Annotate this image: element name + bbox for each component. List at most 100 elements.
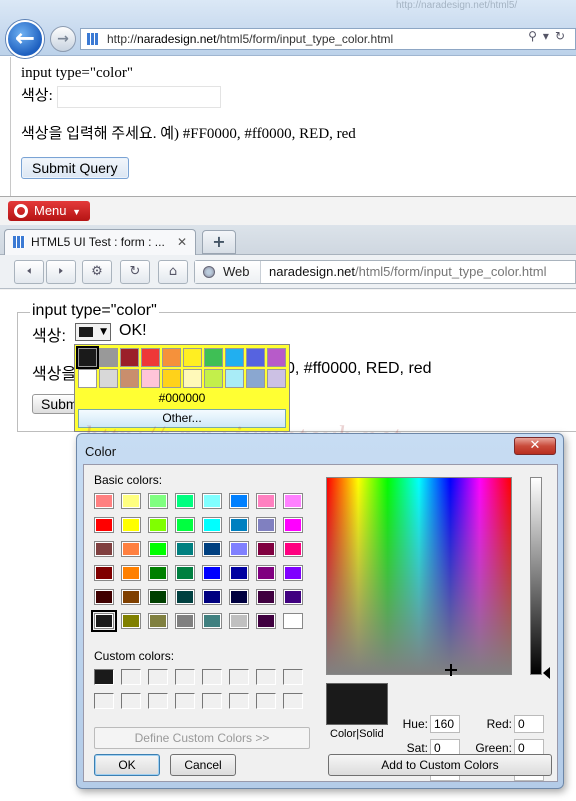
search-engine-selector[interactable]: Web xyxy=(195,261,261,283)
basic-color-swatch[interactable] xyxy=(229,517,249,533)
palette-swatch[interactable] xyxy=(267,348,286,367)
basic-color-swatch[interactable] xyxy=(283,613,303,629)
basic-color-swatch[interactable] xyxy=(283,493,303,509)
basic-color-swatch[interactable] xyxy=(148,517,168,533)
opera-menu-button[interactable]: Menu ▼ xyxy=(8,201,90,221)
close-button[interactable]: ✕ xyxy=(514,437,556,455)
palette-swatch[interactable] xyxy=(78,369,97,388)
home-icon[interactable]: ⌂ xyxy=(158,260,188,284)
basic-color-swatch[interactable] xyxy=(175,565,195,581)
basic-color-swatch[interactable] xyxy=(148,493,168,509)
basic-color-swatch[interactable] xyxy=(256,541,276,557)
basic-color-swatch[interactable] xyxy=(229,589,249,605)
back-arrow-icon[interactable]: 🢐 xyxy=(14,260,44,284)
custom-color-swatch[interactable] xyxy=(283,669,303,685)
custom-color-swatch[interactable] xyxy=(175,669,195,685)
color-input[interactable] xyxy=(56,85,221,108)
luminance-slider[interactable] xyxy=(530,477,542,675)
custom-color-swatch[interactable] xyxy=(121,669,141,685)
color-picker-button[interactable]: ▼ xyxy=(75,323,111,341)
basic-color-swatch[interactable] xyxy=(148,541,168,557)
red-field[interactable]: 0 xyxy=(514,715,544,733)
palette-swatch[interactable] xyxy=(267,369,286,388)
palette-swatch[interactable] xyxy=(141,369,160,388)
basic-color-swatch[interactable] xyxy=(175,517,195,533)
define-custom-colors-button[interactable]: Define Custom Colors >> xyxy=(94,727,310,749)
basic-color-swatch[interactable] xyxy=(229,565,249,581)
basic-color-swatch[interactable] xyxy=(121,493,141,509)
forward-arrow-icon[interactable]: 🢒 xyxy=(46,260,76,284)
tab-html5-ui-test[interactable]: HTML5 UI Test : form : ... ✕ xyxy=(4,229,196,255)
basic-color-swatch[interactable] xyxy=(175,613,195,629)
palette-swatch[interactable] xyxy=(183,369,202,388)
address-bar[interactable]: Web naradesign.net/html5/form/input_type_… xyxy=(194,260,576,284)
basic-color-swatch[interactable] xyxy=(121,613,141,629)
basic-color-swatch[interactable] xyxy=(202,565,222,581)
new-tab-button[interactable]: + xyxy=(202,230,236,254)
basic-color-swatch[interactable] xyxy=(175,589,195,605)
basic-color-swatch[interactable] xyxy=(148,613,168,629)
palette-swatch[interactable] xyxy=(225,369,244,388)
palette-swatch[interactable] xyxy=(120,348,139,367)
basic-color-swatch[interactable] xyxy=(148,565,168,581)
basic-color-swatch[interactable] xyxy=(256,565,276,581)
custom-color-swatch[interactable] xyxy=(121,693,141,709)
close-tab-icon[interactable]: ✕ xyxy=(177,230,187,254)
cancel-button[interactable]: Cancel xyxy=(170,754,236,776)
palette-swatch[interactable] xyxy=(162,369,181,388)
ok-button[interactable]: OK xyxy=(94,754,160,776)
custom-color-swatch[interactable] xyxy=(94,669,114,685)
basic-color-swatch[interactable] xyxy=(256,613,276,629)
palette-swatch[interactable] xyxy=(183,348,202,367)
palette-swatch[interactable] xyxy=(246,348,265,367)
palette-swatch[interactable] xyxy=(162,348,181,367)
basic-color-swatch[interactable] xyxy=(175,493,195,509)
custom-color-swatch[interactable] xyxy=(148,669,168,685)
basic-color-swatch[interactable] xyxy=(94,565,114,581)
reload-icon[interactable]: ↻ xyxy=(120,260,150,284)
palette-swatch[interactable] xyxy=(120,369,139,388)
basic-color-swatch[interactable] xyxy=(175,541,195,557)
basic-color-swatch[interactable] xyxy=(202,493,222,509)
basic-color-swatch[interactable] xyxy=(202,589,222,605)
search-refresh-icons[interactable]: ⚲▾↻ xyxy=(528,29,571,43)
hue-field[interactable]: 160 xyxy=(430,715,460,733)
palette-swatch[interactable] xyxy=(99,348,118,367)
basic-color-swatch[interactable] xyxy=(202,613,222,629)
basic-color-swatch[interactable] xyxy=(229,541,249,557)
custom-color-swatch[interactable] xyxy=(202,669,222,685)
custom-color-swatch[interactable] xyxy=(94,693,114,709)
basic-color-swatch[interactable] xyxy=(256,589,276,605)
palette-swatch[interactable] xyxy=(204,369,223,388)
custom-color-swatch[interactable] xyxy=(175,693,195,709)
key-icon[interactable]: ⚙ xyxy=(82,260,112,284)
custom-color-swatch[interactable] xyxy=(283,693,303,709)
custom-color-swatch[interactable] xyxy=(148,693,168,709)
color-spectrum[interactable] xyxy=(326,477,512,676)
custom-color-swatch[interactable] xyxy=(256,693,276,709)
basic-color-swatch[interactable] xyxy=(94,589,114,605)
basic-color-swatch[interactable] xyxy=(91,610,117,632)
basic-color-swatch[interactable] xyxy=(94,517,114,533)
basic-color-swatch[interactable] xyxy=(121,589,141,605)
basic-color-swatch[interactable] xyxy=(283,541,303,557)
basic-color-swatch[interactable] xyxy=(121,517,141,533)
basic-color-swatch[interactable] xyxy=(94,541,114,557)
palette-swatch[interactable] xyxy=(204,348,223,367)
basic-color-swatch[interactable] xyxy=(202,541,222,557)
palette-swatch[interactable] xyxy=(99,369,118,388)
forward-arrow-icon[interactable]: → xyxy=(50,26,76,52)
custom-color-swatch[interactable] xyxy=(229,669,249,685)
custom-color-swatch[interactable] xyxy=(202,693,222,709)
basic-color-swatch[interactable] xyxy=(283,589,303,605)
basic-color-swatch[interactable] xyxy=(121,565,141,581)
basic-color-swatch[interactable] xyxy=(148,589,168,605)
palette-swatch[interactable] xyxy=(76,346,99,369)
add-to-custom-colors-button[interactable]: Add to Custom Colors xyxy=(328,754,552,776)
submit-button[interactable]: Submit Query xyxy=(21,156,129,179)
custom-color-swatch[interactable] xyxy=(256,669,276,685)
basic-color-swatch[interactable] xyxy=(256,517,276,533)
basic-color-swatch[interactable] xyxy=(229,493,249,509)
custom-color-swatch[interactable] xyxy=(229,693,249,709)
address-bar[interactable]: http://naradesign.net/html5/form/input_t… xyxy=(80,28,576,50)
